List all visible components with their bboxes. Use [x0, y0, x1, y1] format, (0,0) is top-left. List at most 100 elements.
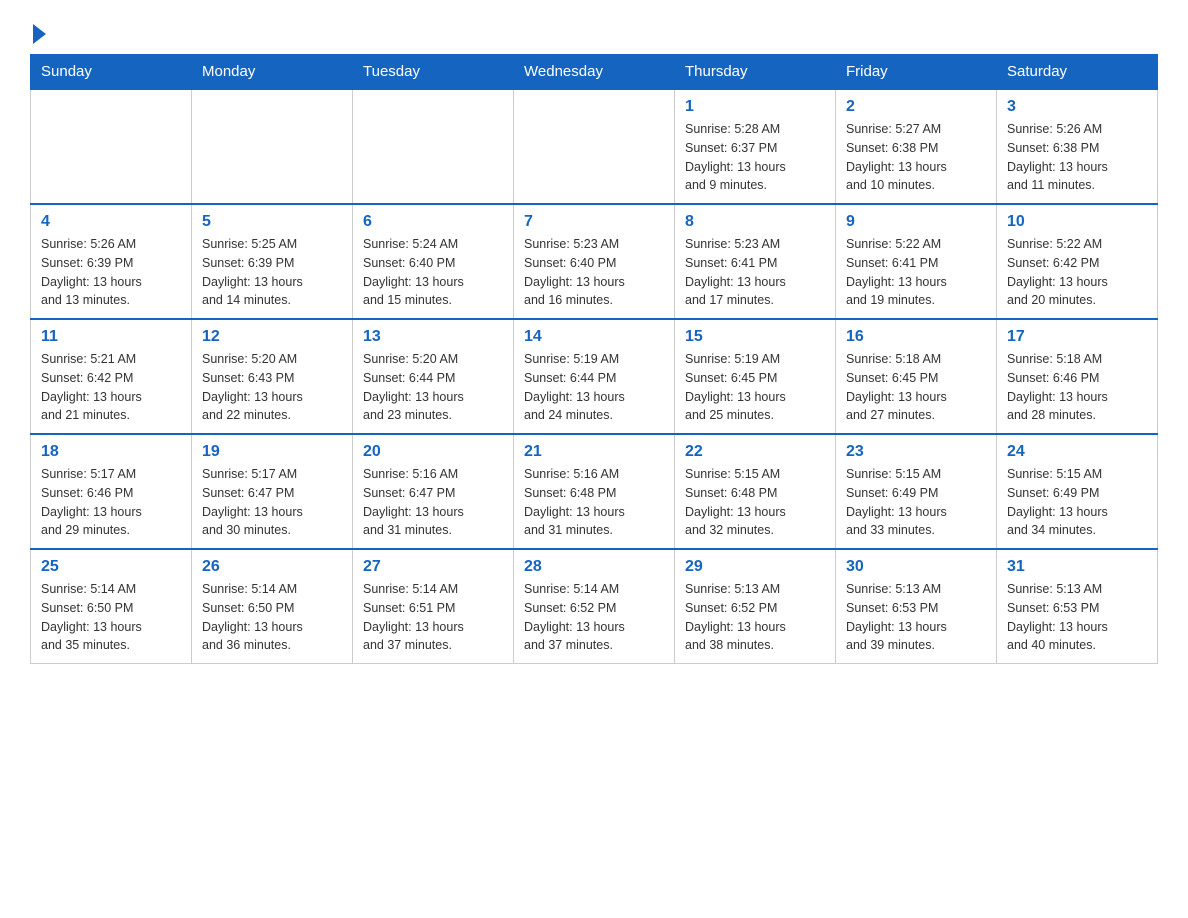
- calendar-cell: 14 Sunrise: 5:19 AMSunset: 6:44 PMDayligh…: [514, 319, 675, 434]
- calendar-cell: 16 Sunrise: 5:18 AMSunset: 6:45 PMDayligh…: [836, 319, 997, 434]
- calendar-cell: 30 Sunrise: 5:13 AMSunset: 6:53 PMDayligh…: [836, 549, 997, 664]
- calendar-cell: 11 Sunrise: 5:21 AMSunset: 6:42 PMDayligh…: [31, 319, 192, 434]
- day-number: 12: [202, 328, 342, 346]
- calendar-week-row: 25Sunrise: 5:14 AMSunset: 6:50 PMDayligh…: [31, 549, 1158, 664]
- calendar-cell: 19 Sunrise: 5:17 AMSunset: 6:47 PMDayligh…: [192, 434, 353, 549]
- calendar-cell: 9 Sunrise: 5:22 AMSunset: 6:41 PMDaylight…: [836, 204, 997, 319]
- calendar-table: SundayMondayTuesdayWednesdayThursdayFrid…: [30, 54, 1158, 664]
- calendar-cell: 5 Sunrise: 5:25 AMSunset: 6:39 PMDaylight…: [192, 204, 353, 319]
- calendar-cell: 28 Sunrise: 5:14 AMSunset: 6:52 PMDayligh…: [514, 549, 675, 664]
- day-info: Sunrise: 5:19 AMSunset: 6:44 PMDaylight:…: [524, 350, 664, 425]
- calendar-cell: 1 Sunrise: 5:28 AMSunset: 6:37 PMDaylight…: [675, 89, 836, 204]
- calendar-cell: 27 Sunrise: 5:14 AMSunset: 6:51 PMDayligh…: [353, 549, 514, 664]
- day-info: Sunrise: 5:26 AMSunset: 6:38 PMDaylight:…: [1007, 120, 1147, 195]
- calendar-cell: 21 Sunrise: 5:16 AMSunset: 6:48 PMDayligh…: [514, 434, 675, 549]
- day-number: 9: [846, 213, 986, 231]
- calendar-header-friday: Friday: [836, 55, 997, 90]
- calendar-cell: 10Sunrise: 5:22 AMSunset: 6:42 PMDayligh…: [997, 204, 1158, 319]
- calendar-cell: 15 Sunrise: 5:19 AMSunset: 6:45 PMDayligh…: [675, 319, 836, 434]
- day-info: Sunrise: 5:17 AMSunset: 6:46 PMDaylight:…: [41, 465, 181, 540]
- day-info: Sunrise: 5:15 AMSunset: 6:49 PMDaylight:…: [1007, 465, 1147, 540]
- day-number: 23: [846, 443, 986, 461]
- calendar-cell: 22Sunrise: 5:15 AMSunset: 6:48 PMDayligh…: [675, 434, 836, 549]
- calendar-cell: 23 Sunrise: 5:15 AMSunset: 6:49 PMDayligh…: [836, 434, 997, 549]
- day-number: 5: [202, 213, 342, 231]
- day-number: 7: [524, 213, 664, 231]
- day-info: Sunrise: 5:20 AMSunset: 6:44 PMDaylight:…: [363, 350, 503, 425]
- calendar-cell: 17 Sunrise: 5:18 AMSunset: 6:46 PMDayligh…: [997, 319, 1158, 434]
- calendar-week-row: 4 Sunrise: 5:26 AMSunset: 6:39 PMDaylight…: [31, 204, 1158, 319]
- calendar-cell: [353, 89, 514, 204]
- day-info: Sunrise: 5:18 AMSunset: 6:46 PMDaylight:…: [1007, 350, 1147, 425]
- day-info: Sunrise: 5:15 AMSunset: 6:48 PMDaylight:…: [685, 465, 825, 540]
- day-info: Sunrise: 5:21 AMSunset: 6:42 PMDaylight:…: [41, 350, 181, 425]
- calendar-week-row: 11 Sunrise: 5:21 AMSunset: 6:42 PMDayligh…: [31, 319, 1158, 434]
- calendar-cell: 7 Sunrise: 5:23 AMSunset: 6:40 PMDaylight…: [514, 204, 675, 319]
- day-info: Sunrise: 5:22 AMSunset: 6:41 PMDaylight:…: [846, 235, 986, 310]
- day-info: Sunrise: 5:27 AMSunset: 6:38 PMDaylight:…: [846, 120, 986, 195]
- day-info: Sunrise: 5:19 AMSunset: 6:45 PMDaylight:…: [685, 350, 825, 425]
- day-info: Sunrise: 5:13 AMSunset: 6:53 PMDaylight:…: [846, 580, 986, 655]
- day-number: 24: [1007, 443, 1147, 461]
- calendar-cell: 31Sunrise: 5:13 AMSunset: 6:53 PMDayligh…: [997, 549, 1158, 664]
- day-info: Sunrise: 5:25 AMSunset: 6:39 PMDaylight:…: [202, 235, 342, 310]
- calendar-week-row: 1 Sunrise: 5:28 AMSunset: 6:37 PMDaylight…: [31, 89, 1158, 204]
- calendar-cell: [31, 89, 192, 204]
- day-info: Sunrise: 5:23 AMSunset: 6:40 PMDaylight:…: [524, 235, 664, 310]
- day-number: 2: [846, 98, 986, 116]
- day-number: 1: [685, 98, 825, 116]
- day-info: Sunrise: 5:13 AMSunset: 6:52 PMDaylight:…: [685, 580, 825, 655]
- day-info: Sunrise: 5:20 AMSunset: 6:43 PMDaylight:…: [202, 350, 342, 425]
- calendar-header-sunday: Sunday: [31, 55, 192, 90]
- calendar-cell: [192, 89, 353, 204]
- day-number: 16: [846, 328, 986, 346]
- calendar-cell: 26Sunrise: 5:14 AMSunset: 6:50 PMDayligh…: [192, 549, 353, 664]
- day-number: 8: [685, 213, 825, 231]
- day-info: Sunrise: 5:18 AMSunset: 6:45 PMDaylight:…: [846, 350, 986, 425]
- calendar-header-tuesday: Tuesday: [353, 55, 514, 90]
- calendar-cell: 18 Sunrise: 5:17 AMSunset: 6:46 PMDayligh…: [31, 434, 192, 549]
- calendar-header-monday: Monday: [192, 55, 353, 90]
- day-info: Sunrise: 5:23 AMSunset: 6:41 PMDaylight:…: [685, 235, 825, 310]
- calendar-cell: [514, 89, 675, 204]
- calendar-week-row: 18 Sunrise: 5:17 AMSunset: 6:46 PMDayligh…: [31, 434, 1158, 549]
- day-number: 28: [524, 558, 664, 576]
- calendar-header-saturday: Saturday: [997, 55, 1158, 90]
- day-number: 18: [41, 443, 181, 461]
- day-info: Sunrise: 5:14 AMSunset: 6:50 PMDaylight:…: [41, 580, 181, 655]
- day-number: 30: [846, 558, 986, 576]
- day-info: Sunrise: 5:14 AMSunset: 6:52 PMDaylight:…: [524, 580, 664, 655]
- day-number: 27: [363, 558, 503, 576]
- day-number: 19: [202, 443, 342, 461]
- calendar-cell: 6 Sunrise: 5:24 AMSunset: 6:40 PMDaylight…: [353, 204, 514, 319]
- page-header: [30, 20, 1158, 44]
- day-info: Sunrise: 5:15 AMSunset: 6:49 PMDaylight:…: [846, 465, 986, 540]
- calendar-cell: 2 Sunrise: 5:27 AMSunset: 6:38 PMDaylight…: [836, 89, 997, 204]
- day-info: Sunrise: 5:16 AMSunset: 6:47 PMDaylight:…: [363, 465, 503, 540]
- calendar-header-row: SundayMondayTuesdayWednesdayThursdayFrid…: [31, 55, 1158, 90]
- day-info: Sunrise: 5:28 AMSunset: 6:37 PMDaylight:…: [685, 120, 825, 195]
- day-number: 11: [41, 328, 181, 346]
- day-number: 14: [524, 328, 664, 346]
- calendar-header-thursday: Thursday: [675, 55, 836, 90]
- calendar-cell: 8 Sunrise: 5:23 AMSunset: 6:41 PMDaylight…: [675, 204, 836, 319]
- calendar-cell: 25Sunrise: 5:14 AMSunset: 6:50 PMDayligh…: [31, 549, 192, 664]
- calendar-cell: 24 Sunrise: 5:15 AMSunset: 6:49 PMDayligh…: [997, 434, 1158, 549]
- day-info: Sunrise: 5:13 AMSunset: 6:53 PMDaylight:…: [1007, 580, 1147, 655]
- day-number: 17: [1007, 328, 1147, 346]
- calendar-cell: 4 Sunrise: 5:26 AMSunset: 6:39 PMDaylight…: [31, 204, 192, 319]
- day-info: Sunrise: 5:14 AMSunset: 6:51 PMDaylight:…: [363, 580, 503, 655]
- day-number: 20: [363, 443, 503, 461]
- calendar-cell: 13Sunrise: 5:20 AMSunset: 6:44 PMDayligh…: [353, 319, 514, 434]
- day-info: Sunrise: 5:22 AMSunset: 6:42 PMDaylight:…: [1007, 235, 1147, 310]
- day-info: Sunrise: 5:26 AMSunset: 6:39 PMDaylight:…: [41, 235, 181, 310]
- day-number: 15: [685, 328, 825, 346]
- day-number: 26: [202, 558, 342, 576]
- calendar-cell: 20 Sunrise: 5:16 AMSunset: 6:47 PMDayligh…: [353, 434, 514, 549]
- day-number: 4: [41, 213, 181, 231]
- day-number: 21: [524, 443, 664, 461]
- day-info: Sunrise: 5:17 AMSunset: 6:47 PMDaylight:…: [202, 465, 342, 540]
- day-info: Sunrise: 5:24 AMSunset: 6:40 PMDaylight:…: [363, 235, 503, 310]
- day-info: Sunrise: 5:16 AMSunset: 6:48 PMDaylight:…: [524, 465, 664, 540]
- day-number: 6: [363, 213, 503, 231]
